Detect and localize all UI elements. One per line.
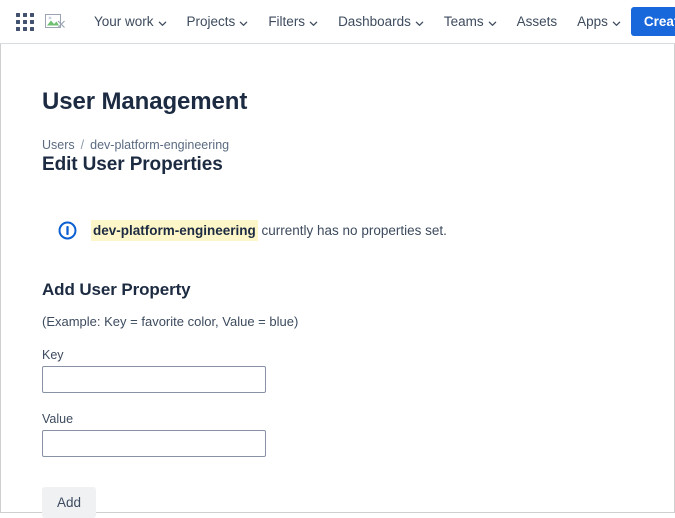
chevron-down-icon xyxy=(158,16,167,26)
page-title: User Management xyxy=(42,88,248,115)
nav-item-apps[interactable]: Apps xyxy=(570,8,628,35)
nav-item-label: Projects xyxy=(186,14,236,29)
add-button[interactable]: Add xyxy=(42,487,97,518)
section-title: Edit User Properties xyxy=(42,154,223,175)
breadcrumb: Users / dev-platform-engineering xyxy=(42,138,674,152)
info-notice-highlight: dev-platform-engineering xyxy=(91,220,258,241)
nav-item-teams[interactable]: Teams xyxy=(437,8,504,35)
value-input[interactable] xyxy=(42,430,266,457)
nav-item-label: Apps xyxy=(577,14,608,29)
create-button[interactable]: Create xyxy=(630,7,675,36)
info-notice-text: dev-platform-engineering currently has n… xyxy=(91,220,447,241)
broken-image-icon[interactable] xyxy=(44,12,66,32)
nav-item-filters[interactable]: Filters xyxy=(261,8,325,35)
grid-apps-icon[interactable] xyxy=(16,11,34,33)
nav-item-label: Assets xyxy=(516,14,558,29)
nav-item-label: Filters xyxy=(268,14,306,29)
nav-item-your-work[interactable]: Your work xyxy=(87,8,174,35)
grid-dot xyxy=(30,26,34,31)
grid-dot xyxy=(23,19,27,24)
top-navigation-bar: Your work Projects Filters Dashboards Te xyxy=(0,0,675,44)
chevron-down-icon xyxy=(239,16,248,26)
breadcrumb-separator: / xyxy=(80,138,85,152)
grid-dot xyxy=(23,12,27,17)
nav-item-projects[interactable]: Projects xyxy=(180,8,256,35)
add-property-heading: Add User Property xyxy=(42,280,191,299)
content-area: User Management Users / dev-platform-eng… xyxy=(0,44,675,518)
breadcrumb-item-current[interactable]: dev-platform-engineering xyxy=(90,138,229,152)
grid-dot xyxy=(23,26,27,31)
chevron-down-icon xyxy=(612,16,621,26)
grid-dot xyxy=(16,26,20,31)
grid-dot xyxy=(16,19,20,24)
nav-item-dashboards[interactable]: Dashboards xyxy=(331,8,431,35)
nav-item-label: Teams xyxy=(443,14,484,29)
grid-dot xyxy=(30,12,34,17)
key-input[interactable] xyxy=(42,366,266,393)
nav-item-label: Dashboards xyxy=(338,14,411,29)
nav-item-assets[interactable]: Assets xyxy=(510,8,565,35)
grid-dot xyxy=(30,19,34,24)
key-field-label: Key xyxy=(42,348,64,362)
info-circle-icon xyxy=(58,221,77,240)
app-window: Your work Projects Filters Dashboards Te xyxy=(0,0,675,518)
chevron-down-icon xyxy=(415,16,424,26)
breadcrumb-item-users[interactable]: Users xyxy=(42,138,75,152)
nav-item-label: Your work xyxy=(94,14,154,29)
info-notice: dev-platform-engineering currently has n… xyxy=(58,220,674,241)
chevron-down-icon xyxy=(488,16,497,26)
chevron-down-icon xyxy=(309,16,318,26)
info-notice-rest: currently has no properties set. xyxy=(257,223,447,238)
grid-dot xyxy=(16,12,20,17)
value-field-label: Value xyxy=(42,412,74,426)
add-property-example-text: (Example: Key = favorite color, Value = … xyxy=(42,314,299,329)
